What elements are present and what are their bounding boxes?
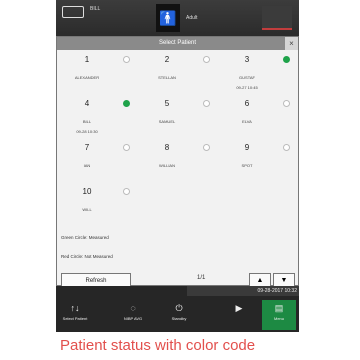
bed-cell-9[interactable]: 9 SPOT (217, 143, 297, 187)
arrow-right-icon: ▶ (235, 303, 243, 313)
datetime-display: 09-28-2017 10:32 (187, 286, 299, 296)
bed-number: 9 (244, 143, 250, 152)
patient-name: ALEXANDER (74, 75, 100, 80)
patient-figure-icon[interactable]: 🚹 (156, 4, 180, 32)
standby-softkey[interactable]: ⏻ Standby (162, 300, 196, 330)
bed-cell-8[interactable]: 8 WILLIAN (137, 143, 217, 187)
page-down-button[interactable]: ▼ (273, 273, 295, 287)
monitor-screen: BILL 🚹 Adult Select Patient × 1 ALEXANDE… (56, 0, 299, 332)
legend-measured: Green Circle: Measured (61, 235, 109, 240)
status-circle-icon (203, 100, 210, 107)
page-indicator: 1/1 (197, 275, 206, 281)
status-circle-icon (123, 144, 130, 151)
refresh-button[interactable]: Refresh (61, 273, 131, 287)
page-up-button[interactable]: ▲ (249, 273, 271, 287)
bed-number: 1 (84, 55, 90, 64)
select-patient-dialog: Select Patient × 1 ALEXANDER 2 STELLAN 3… (56, 36, 299, 287)
top-bar: BILL 🚹 Adult (56, 0, 299, 36)
bed-cell-2[interactable]: 2 STELLAN (137, 55, 217, 99)
bed-cell-1[interactable]: 1 ALEXANDER (57, 55, 137, 99)
bed-cell-5[interactable]: 5 SAMUEL (137, 99, 217, 143)
dialog-title-text: Select Patient (158, 40, 197, 46)
patient-name: BILL (82, 119, 92, 124)
patient-name: GUSTAF (239, 75, 255, 80)
status-circle-icon (203, 56, 210, 63)
bed-number: 8 (164, 143, 170, 152)
bed-cell-10[interactable]: 10 WILL (57, 187, 137, 231)
patient-name: ELVA (242, 119, 252, 124)
softkey-label: Standby (171, 316, 187, 321)
patient-name: SAMUEL (158, 119, 176, 124)
next-softkey[interactable]: ▶ (222, 300, 256, 330)
power-icon: ⏻ (175, 303, 183, 313)
softkey-label: Menu (273, 316, 284, 321)
bottom-bar: 09-28-2017 10:32 ↑↓ Select Patient ◌ NIB… (56, 286, 299, 332)
bed-number: 2 (164, 55, 170, 64)
dialog-title: Select Patient × (57, 37, 298, 50)
patient-switch-icon: ↑↓ (70, 303, 80, 313)
legend-not-measured: Red Circle: Not Measured (61, 254, 113, 259)
status-circle-icon (283, 100, 290, 107)
status-circle-icon (123, 56, 130, 63)
measure-time: 09-28 10:30 (76, 129, 98, 134)
patient-name: SPOT (241, 163, 253, 168)
bed-cell-7[interactable]: 7 IAN (57, 143, 137, 187)
bed-cell-3[interactable]: 3 GUSTAF 09-27 10:45 (217, 55, 297, 99)
status-circle-icon (283, 56, 290, 63)
close-button[interactable]: × (285, 37, 298, 50)
menu-icon: ▤ (274, 303, 284, 313)
bed-cell-4[interactable]: 4 BILL 09-28 10:30 (57, 99, 137, 143)
status-circle-icon (203, 144, 210, 151)
bed-number: 3 (244, 55, 250, 64)
select-patient-softkey[interactable]: ↑↓ Select Patient (58, 300, 92, 330)
patient-name: IAN (83, 163, 91, 168)
caption: Patient status with color code (60, 337, 256, 354)
patient-type: Adult (186, 15, 198, 21)
softkey-label: NIBP AVG (123, 316, 143, 321)
bed-label: BILL (90, 6, 101, 12)
bed-number: 4 (84, 99, 90, 108)
softkey-label: Select Patient (62, 316, 88, 321)
bed-number: 10 (82, 187, 92, 196)
patient-name: WILLIAN (158, 163, 175, 168)
patient-name: STELLAN (158, 75, 176, 80)
menu-softkey[interactable]: ▤ Menu (262, 300, 296, 330)
status-circle-icon (123, 100, 130, 107)
measure-time: 09-27 10:45 (236, 85, 258, 90)
alarm-indicator (262, 6, 292, 30)
bed-number: 6 (244, 99, 250, 108)
status-circle-icon (283, 144, 290, 151)
bed-number: 5 (164, 99, 170, 108)
bed-cell-6[interactable]: 6 ELVA (217, 99, 297, 143)
nibp-icon: ◌ (130, 303, 136, 313)
nibp-avg-softkey[interactable]: ◌ NIBP AVG (116, 300, 150, 330)
status-circle-icon (123, 188, 130, 195)
patient-name: WILL (82, 207, 92, 212)
bed-icon (62, 6, 84, 18)
bed-number: 7 (84, 143, 90, 152)
